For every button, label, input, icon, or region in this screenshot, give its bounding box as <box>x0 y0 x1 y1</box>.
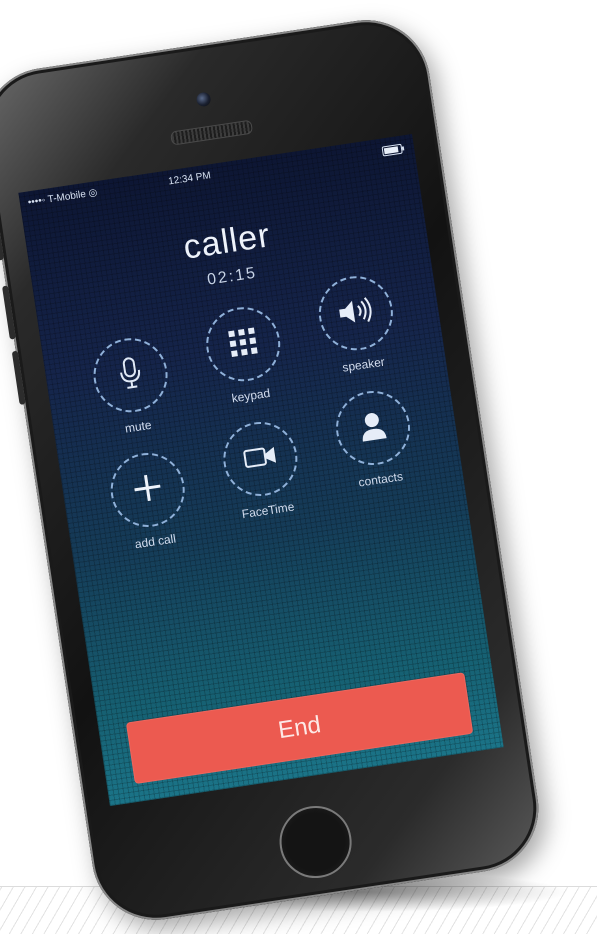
contacts-button[interactable]: contacts <box>328 385 421 492</box>
battery-level <box>383 146 399 155</box>
battery-icon <box>381 143 403 157</box>
microphone-icon <box>115 354 146 396</box>
mute-label: mute <box>124 417 153 436</box>
speaker-circle[interactable] <box>313 271 398 356</box>
speaker-label: speaker <box>341 354 386 375</box>
contacts-circle[interactable] <box>330 385 416 471</box>
status-time: 12:34 PM <box>167 170 212 188</box>
facetime-label: FaceTime <box>240 499 296 522</box>
iphone-device: ••••◦ T-Mobile ◎ 12:34 PM caller 02:15 m… <box>0 11 548 929</box>
keypad-icon <box>227 326 260 363</box>
speaker-icon <box>336 294 376 332</box>
person-icon <box>358 409 389 447</box>
add-call-button[interactable]: add call <box>103 447 196 554</box>
add-call-circle[interactable] <box>105 447 190 533</box>
add-call-label: add call <box>133 531 177 552</box>
mute-circle[interactable] <box>88 333 173 418</box>
plus-icon <box>130 470 165 509</box>
call-controls: mute keypad speaker add call FaceTime co… <box>86 271 416 551</box>
speaker-button[interactable]: speaker <box>311 271 404 378</box>
product-photo: ••••◦ T-Mobile ◎ 12:34 PM caller 02:15 m… <box>0 0 597 934</box>
keypad-button[interactable]: keypad <box>198 302 291 409</box>
keypad-circle[interactable] <box>201 302 286 387</box>
facetime-circle[interactable] <box>218 416 303 502</box>
carrier-label: ••••◦ T-Mobile ◎ <box>27 187 99 209</box>
keypad-label: keypad <box>230 385 272 406</box>
facetime-button[interactable]: FaceTime <box>215 416 308 523</box>
mute-button[interactable]: mute <box>86 333 179 440</box>
contacts-label: contacts <box>357 469 404 490</box>
video-camera-icon <box>242 443 280 475</box>
